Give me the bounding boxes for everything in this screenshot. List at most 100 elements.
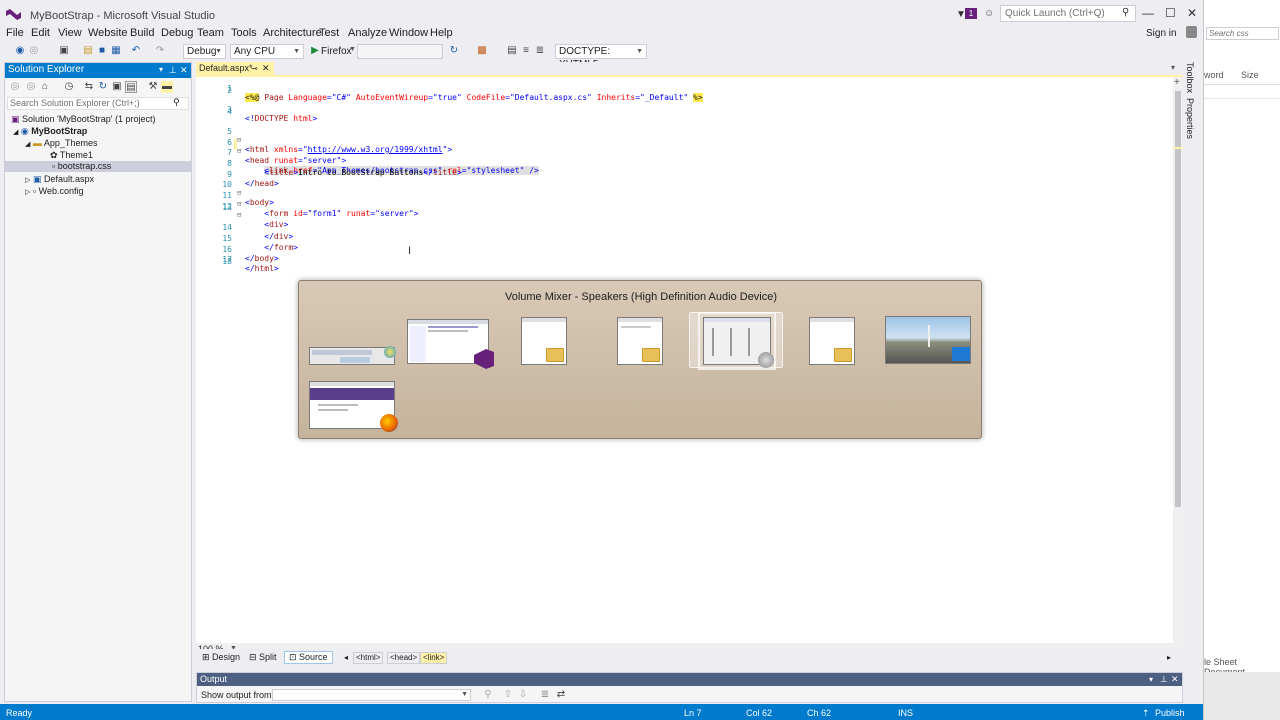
platform-select[interactable]: Any CPU ▼ <box>230 44 304 59</box>
menu-team[interactable]: Team <box>197 27 224 39</box>
properties-icon[interactable]: ⚒ <box>147 81 159 93</box>
split-view-button[interactable]: ⊟ Split <box>249 652 277 663</box>
crumb-next-icon[interactable]: ▸ <box>1167 653 1171 662</box>
menu-build[interactable]: Build <box>130 27 154 39</box>
menu-website[interactable]: Website <box>88 27 128 39</box>
menu-view[interactable]: View <box>58 27 82 39</box>
comment-icon[interactable]: ≡ <box>520 45 532 57</box>
menu-analyze[interactable]: Analyze <box>348 27 387 39</box>
save-all-icon[interactable]: ▦ <box>110 45 122 57</box>
window-thumbnail[interactable] <box>407 319 494 369</box>
browser-link-icon[interactable]: ▩ <box>476 45 488 57</box>
back-icon[interactable]: ◉ <box>14 45 26 57</box>
back-icon[interactable]: ◎ <box>9 81 21 93</box>
feedback-icon[interactable]: ☺ <box>984 8 994 19</box>
undo-icon[interactable]: ↶ <box>130 45 142 57</box>
new-project-icon[interactable]: ▣ <box>58 45 70 57</box>
window-thumbnail[interactable] <box>809 317 855 365</box>
notification-badge[interactable]: 1 <box>965 8 977 19</box>
properties-tab[interactable]: Properties <box>1185 98 1195 139</box>
forward-icon[interactable]: ◎ <box>25 81 37 93</box>
project-node[interactable]: ◢ ◉ MyBootStrap <box>13 126 87 137</box>
refresh-icon[interactable]: ↻ <box>97 81 109 93</box>
clear-all-icon[interactable]: ≣ <box>539 689 551 701</box>
source-view-button[interactable]: ⊡ Source <box>284 651 333 664</box>
prev-message-icon[interactable]: ⇧ <box>502 689 514 701</box>
pending-changes-icon[interactable]: ⇆ <box>83 81 95 93</box>
menu-test[interactable]: Test <box>319 27 339 39</box>
show-all-files-icon[interactable]: ▤ <box>125 81 137 93</box>
run-target-button[interactable]: Firefox <box>321 46 352 57</box>
pin-icon[interactable]: ⊥ <box>169 63 177 77</box>
pin-icon[interactable]: ⊸ <box>251 62 258 75</box>
window-thumbnail-selected[interactable] <box>698 312 776 370</box>
doctype-select[interactable]: DOCTYPE: XHTML5▼ <box>555 44 647 70</box>
debug-target-select[interactable] <box>357 44 443 59</box>
file-node-bootstrap-css[interactable]: ▫ bootstrap.css <box>5 161 191 172</box>
preview-icon[interactable]: ▬ <box>161 81 173 93</box>
uncomment-icon[interactable]: ≣ <box>534 45 546 57</box>
file-node-default-aspx[interactable]: ▷ ▣ Default.aspx <box>25 174 94 185</box>
menu-tools[interactable]: Tools <box>231 27 257 39</box>
window-thumbnail[interactable] <box>521 317 567 365</box>
window-thumbnail[interactable] <box>885 316 971 364</box>
publish-button[interactable]: Publish <box>1155 708 1185 718</box>
solution-node[interactable]: ▣ Solution 'MyBootStrap' (1 project) <box>11 114 156 125</box>
design-view-button[interactable]: ⊞ Design <box>202 652 240 663</box>
sync-icon[interactable]: ◷ <box>63 81 75 93</box>
menu-architecture[interactable]: Architecture <box>263 27 322 39</box>
solution-search-input[interactable]: Search Solution Explorer (Ctrl+;) <box>7 97 189 110</box>
output-source-select[interactable]: ▼ <box>272 689 471 701</box>
breadcrumb-link[interactable]: <link> <box>420 652 448 664</box>
save-icon[interactable]: ■ <box>96 45 108 57</box>
panel-menu-icon[interactable]: ▾ <box>1149 673 1153 686</box>
window-thumbnail[interactable] <box>617 317 663 365</box>
menu-debug[interactable]: Debug <box>161 27 193 39</box>
breadcrumb-head[interactable]: <head> <box>387 652 421 664</box>
scroll-thumb[interactable] <box>1175 91 1181 507</box>
minimize-button[interactable]: — <box>1142 6 1154 20</box>
menu-help[interactable]: Help <box>430 27 453 39</box>
toolbox-tab[interactable]: Toolbox <box>1185 62 1195 93</box>
tab-default-aspx[interactable]: Default.aspx* ⊸ ✕ <box>196 62 274 75</box>
find-message-icon[interactable]: ⚲ <box>482 689 494 701</box>
refresh-icon[interactable]: ↻ <box>448 45 460 57</box>
word-wrap-icon[interactable]: ⇄ <box>555 689 567 701</box>
panel-menu-icon[interactable]: ▾ <box>159 63 163 77</box>
close-tab-icon[interactable]: ✕ <box>262 62 270 75</box>
breadcrumb-html[interactable]: <html> <box>353 652 384 664</box>
redo-icon[interactable]: ↷ <box>154 45 166 57</box>
close-button[interactable]: ✕ <box>1187 6 1197 20</box>
editor-vertical-scrollbar[interactable]: + <box>1173 77 1183 643</box>
tab-overflow-icon[interactable]: ▾ <box>1171 63 1175 72</box>
publish-icon[interactable]: ⇡ <box>1142 708 1150 719</box>
chevron-down-icon[interactable]: ▼ <box>349 46 356 53</box>
folder-node-app-themes[interactable]: ◢ ▬ App_Themes <box>25 138 97 148</box>
background-search-input[interactable]: Search css <box>1206 27 1279 40</box>
window-thumbnail[interactable] <box>309 381 398 432</box>
menu-edit[interactable]: Edit <box>31 27 50 39</box>
close-panel-icon[interactable]: ✕ <box>1171 673 1179 686</box>
format-document-icon[interactable]: ▤ <box>506 45 518 57</box>
next-message-icon[interactable]: ⇩ <box>517 689 529 701</box>
forward-icon[interactable]: ◎ <box>28 45 40 57</box>
sign-in-link[interactable]: Sign in <box>1146 28 1177 39</box>
account-icon[interactable] <box>1186 26 1197 38</box>
close-panel-icon[interactable]: ✕ <box>180 63 188 77</box>
collapse-all-icon[interactable]: ▣ <box>111 81 123 93</box>
crumb-prev-icon[interactable]: ◂ <box>344 653 348 662</box>
divider <box>1204 98 1280 99</box>
solution-config-select[interactable]: Debug ▼ <box>183 44 226 59</box>
run-icon[interactable]: ▶ <box>309 45 321 57</box>
maximize-button[interactable]: ☐ <box>1165 6 1176 20</box>
split-icon[interactable]: + <box>1174 77 1180 88</box>
menu-window[interactable]: Window <box>389 27 428 39</box>
menu-file[interactable]: File <box>6 27 24 39</box>
quick-launch-input[interactable]: Quick Launch (Ctrl+Q) <box>1000 5 1136 22</box>
home-icon[interactable]: ⌂ <box>39 81 51 93</box>
theme-node[interactable]: ✿ Theme1 <box>50 150 93 161</box>
window-thumbnail[interactable] <box>309 346 396 365</box>
file-node-web-config[interactable]: ▷ ▫ Web.config <box>25 186 83 196</box>
open-file-icon[interactable]: ▤ <box>82 45 94 57</box>
pin-icon[interactable]: ⊥ <box>1160 673 1168 686</box>
